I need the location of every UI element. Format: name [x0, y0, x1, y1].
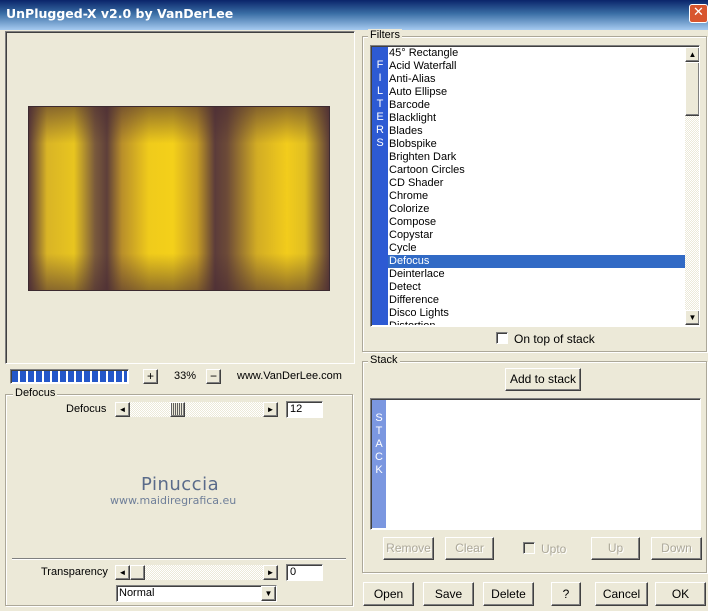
- filter-item[interactable]: Chrome: [388, 190, 685, 203]
- defocus-increase-button[interactable]: ►: [263, 402, 278, 417]
- down-button[interactable]: Down: [651, 537, 702, 560]
- stack-list[interactable]: STACK: [370, 398, 701, 530]
- filter-item[interactable]: 45° Rectangle: [388, 47, 685, 60]
- filter-item[interactable]: Copystar: [388, 229, 685, 242]
- blend-mode-select[interactable]: Normal ▼: [116, 585, 277, 602]
- watermark-url: www.maidiregrafica.eu: [110, 494, 237, 507]
- filters-tab-letter: R: [376, 124, 384, 136]
- filter-item[interactable]: Brighten Dark: [388, 151, 685, 164]
- arrow-up-icon: ▲: [688, 50, 697, 59]
- preview-image: [28, 106, 330, 291]
- chevron-down-icon: ▼: [264, 589, 273, 598]
- filter-item[interactable]: Deinterlace: [388, 268, 685, 281]
- clear-button[interactable]: Clear: [445, 537, 494, 560]
- filters-tab-letter: E: [376, 111, 384, 123]
- window-title: UnPlugged-X v2.0 by VanDerLee: [6, 6, 234, 21]
- blend-mode-dropdown-button[interactable]: ▼: [261, 586, 276, 601]
- minus-icon: −: [209, 369, 217, 383]
- upto-label: Upto: [541, 542, 567, 556]
- filter-item[interactable]: Disco Lights: [388, 307, 685, 320]
- add-to-stack-button[interactable]: Add to stack: [505, 368, 581, 391]
- blend-mode-value: Normal: [119, 587, 155, 599]
- stack-tab-letter: K: [375, 464, 383, 476]
- scroll-up-button[interactable]: ▲: [685, 47, 699, 62]
- filters-tab-letter: T: [376, 98, 384, 110]
- open-button[interactable]: Open: [363, 582, 414, 606]
- scroll-down-button[interactable]: ▼: [685, 310, 699, 325]
- filter-item[interactable]: CD Shader: [388, 177, 685, 190]
- filters-tab-letter: F: [376, 59, 384, 71]
- separator: [12, 558, 346, 560]
- filter-item[interactable]: Difference: [388, 294, 685, 307]
- filter-item[interactable]: Anti-Alias: [388, 73, 685, 86]
- up-button[interactable]: Up: [591, 537, 640, 560]
- transparency-slider-thumb[interactable]: [130, 565, 145, 580]
- filter-item[interactable]: Compose: [388, 216, 685, 229]
- on-top-of-stack-label: On top of stack: [514, 332, 595, 346]
- stack-tab-letter: S: [375, 412, 383, 424]
- remove-button[interactable]: Remove: [383, 537, 434, 560]
- stack-tab-letter: C: [375, 451, 383, 463]
- on-top-of-stack-checkbox[interactable]: [496, 332, 508, 344]
- delete-button[interactable]: Delete: [483, 582, 534, 606]
- filter-item[interactable]: Auto Ellipse: [388, 86, 685, 99]
- defocus-slider[interactable]: ◄ ►: [115, 402, 278, 417]
- defocus-slider-thumb[interactable]: [170, 402, 185, 417]
- filters-group-label: Filters: [368, 29, 402, 41]
- filter-item[interactable]: Distortion: [388, 320, 685, 325]
- stack-side-tab: STACK: [372, 400, 386, 528]
- filter-item[interactable]: Colorize: [388, 203, 685, 216]
- filters-scrollbar[interactable]: ▲ ▼: [685, 47, 699, 325]
- transparency-slider[interactable]: ◄ ►: [115, 565, 278, 580]
- arrow-right-icon: ►: [266, 568, 275, 577]
- progress-fill: [12, 371, 127, 382]
- arrow-down-icon: ▼: [688, 313, 697, 322]
- close-icon: ✕: [693, 5, 704, 20]
- arrow-left-icon: ◄: [118, 405, 127, 414]
- filter-item[interactable]: Acid Waterfall: [388, 60, 685, 73]
- filter-item[interactable]: Blobspike: [388, 138, 685, 151]
- plus-icon: +: [146, 369, 154, 383]
- zoom-out-button[interactable]: −: [206, 369, 221, 384]
- filter-item[interactable]: Defocus: [388, 255, 685, 268]
- defocus-label: Defocus: [66, 403, 107, 415]
- filter-item[interactable]: Cartoon Circles: [388, 164, 685, 177]
- parameters-group-label: Defocus: [13, 387, 58, 399]
- filters-tab-letter: I: [378, 72, 382, 84]
- filters-side-tab: FILTERS: [372, 47, 388, 325]
- cancel-button[interactable]: Cancel: [595, 582, 648, 606]
- scrollbar-thumb[interactable]: [685, 62, 699, 116]
- filter-item[interactable]: Barcode: [388, 99, 685, 112]
- transparency-label: Transparency: [41, 566, 108, 578]
- help-button[interactable]: ?: [551, 582, 581, 606]
- zoom-level: 33%: [173, 370, 197, 382]
- arrow-left-icon: ◄: [118, 568, 127, 577]
- filters-list-items: 45° Rectangle Acid Waterfall Anti-Alias Aut…: [388, 47, 685, 325]
- filter-item[interactable]: Cycle: [388, 242, 685, 255]
- defocus-decrease-button[interactable]: ◄: [115, 402, 130, 417]
- upto-checkbox[interactable]: [523, 542, 535, 554]
- stack-tab-letter: T: [375, 425, 383, 437]
- defocus-value-field[interactable]: 12: [286, 401, 323, 418]
- filters-tab-letter: L: [376, 85, 384, 97]
- transparency-value-field[interactable]: 0: [286, 564, 323, 581]
- stack-tab-letter: A: [375, 438, 383, 450]
- close-button[interactable]: ✕: [689, 4, 708, 23]
- filter-item[interactable]: Detect: [388, 281, 685, 294]
- filter-item[interactable]: Blacklight: [388, 112, 685, 125]
- zoom-in-button[interactable]: +: [143, 369, 158, 384]
- filters-tab-letter: S: [376, 137, 384, 149]
- arrow-right-icon: ►: [266, 405, 275, 414]
- filter-item[interactable]: Blades: [388, 125, 685, 138]
- stack-group-label: Stack: [368, 354, 400, 366]
- save-button[interactable]: Save: [423, 582, 474, 606]
- website-link[interactable]: www.VanDerLee.com: [237, 370, 342, 382]
- watermark-title: Pinuccia: [141, 474, 220, 495]
- progress-bar: [10, 369, 129, 384]
- transparency-decrease-button[interactable]: ◄: [115, 565, 130, 580]
- transparency-increase-button[interactable]: ►: [263, 565, 278, 580]
- ok-button[interactable]: OK: [655, 582, 706, 606]
- filters-list[interactable]: FILTERS 45° Rectangle Acid Waterfall Anti-…: [370, 45, 700, 327]
